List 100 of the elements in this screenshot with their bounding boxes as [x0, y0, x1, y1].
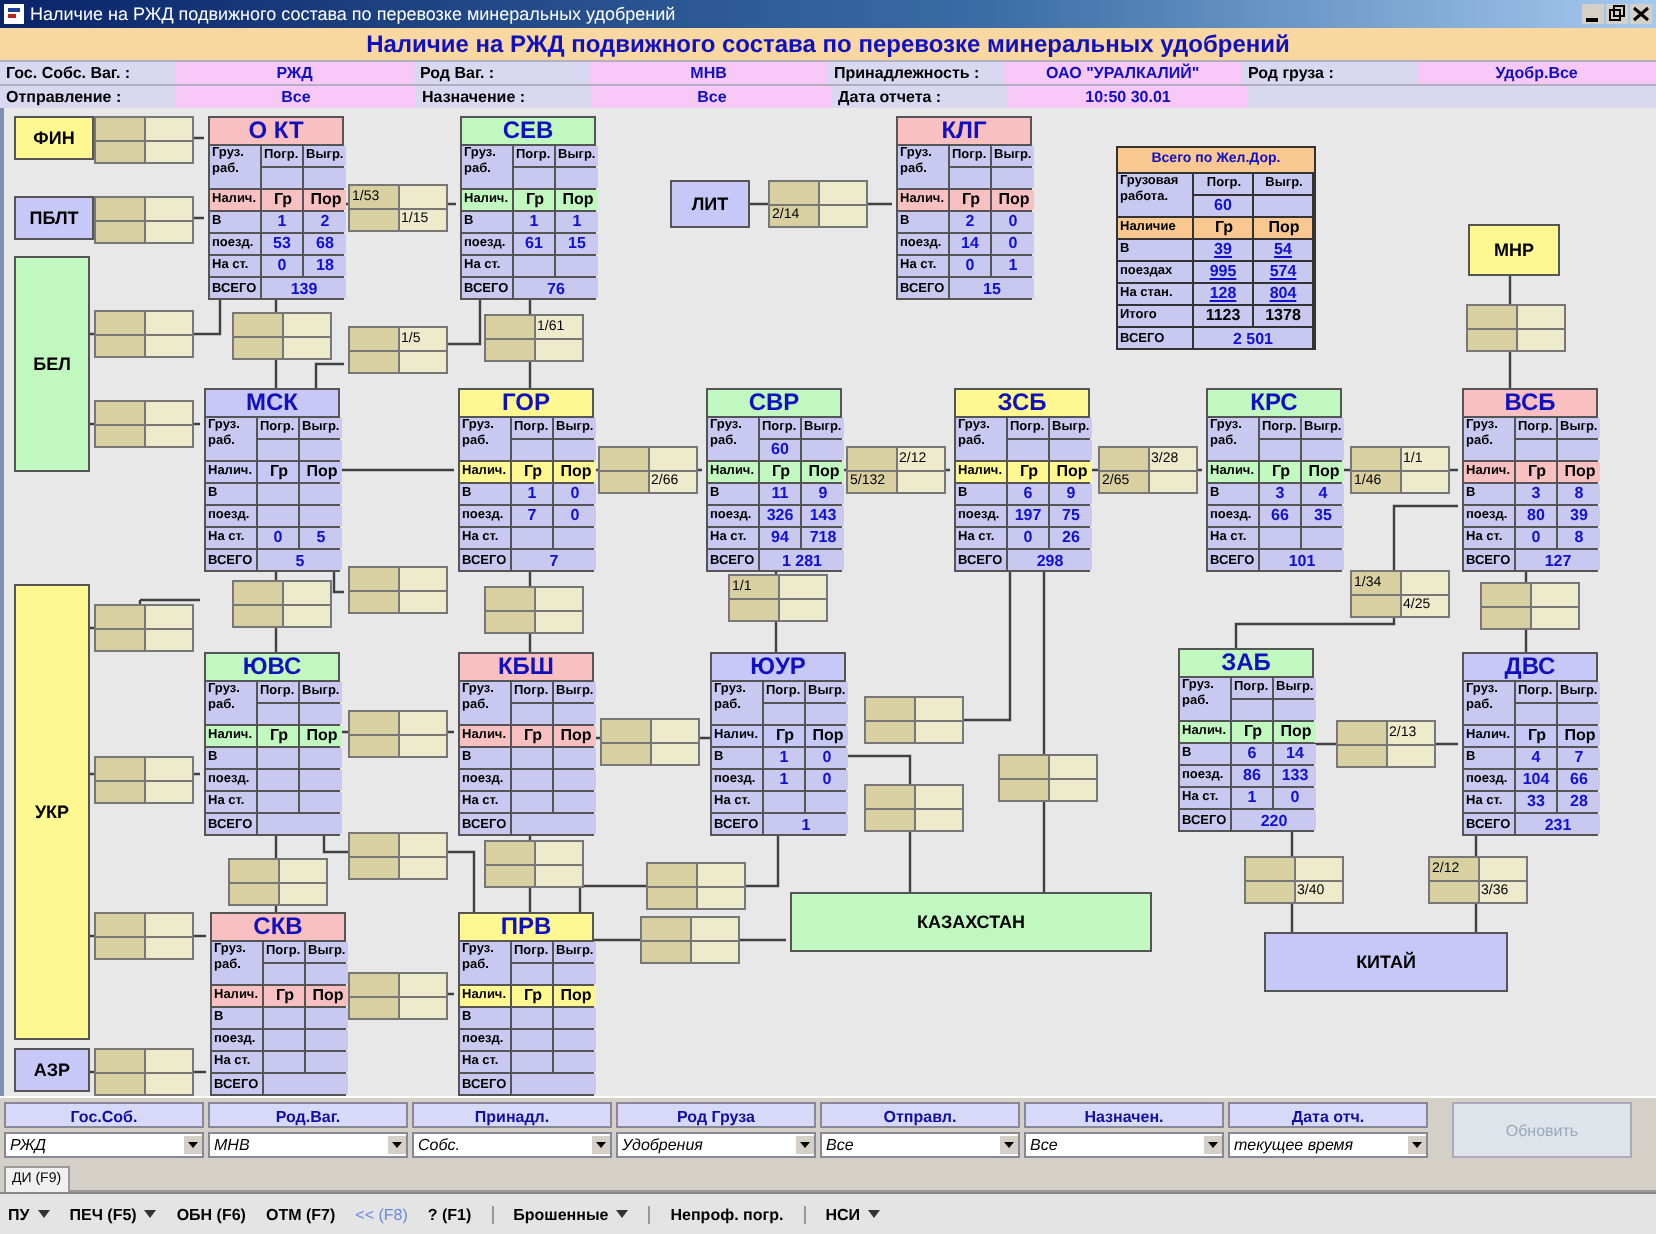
value-cell: 0 [554, 484, 596, 504]
grid-cell [486, 316, 533, 337]
road-name[interactable]: ГОР [460, 390, 592, 416]
dropdown-arrow-icon[interactable] [184, 1136, 202, 1154]
dropdown-arrow-icon[interactable] [1408, 1136, 1426, 1154]
filter-dropdown[interactable]: РЖД [4, 1132, 204, 1158]
dropdown-arrow-icon[interactable] [1204, 1136, 1222, 1154]
caret-icon[interactable] [37, 1210, 50, 1218]
value-cell: 60 [760, 440, 800, 460]
caret-icon[interactable] [144, 1210, 157, 1218]
road-name[interactable]: ДВС [1464, 654, 1596, 680]
region-node[interactable]: УКР [14, 584, 90, 1040]
close-icon[interactable] [1630, 4, 1652, 24]
road-name[interactable]: О КТ [210, 118, 342, 144]
road-name[interactable]: СВР [708, 390, 840, 416]
filter-dropdown[interactable]: Все [820, 1132, 1020, 1158]
filter-dropdown[interactable]: Собс. [412, 1132, 612, 1158]
road-name[interactable]: ЮВС [206, 654, 338, 680]
column-header: Пор [1558, 462, 1600, 482]
column-header: Гр [258, 726, 298, 746]
toolbar-button[interactable]: Брошенные [491, 1205, 629, 1223]
column-header: Пор [1558, 726, 1600, 746]
transfer-grid [1480, 582, 1580, 630]
dropdown-arrow-icon[interactable] [592, 1136, 610, 1154]
grid-cell [1246, 881, 1293, 902]
transfer-grid [348, 710, 448, 758]
region-node[interactable]: ПБЛТ [14, 196, 94, 240]
grid-cell [819, 205, 866, 226]
filter-dropdown[interactable]: МНВ [208, 1132, 408, 1158]
field-label: Гос. Собс. Ваг. : [0, 62, 176, 84]
field-label: Принадлежность : [828, 62, 1004, 84]
value-cell: 7 [1558, 748, 1600, 768]
grid-cell [1430, 881, 1477, 902]
toolbar-button[interactable]: ПЕЧ (F5) [69, 1205, 157, 1223]
region-node[interactable]: МНР [1468, 224, 1560, 276]
column-header: Гр [512, 462, 552, 482]
road-name[interactable]: ЗАБ [1180, 650, 1312, 676]
column-header: Пор [806, 726, 848, 746]
dropdown-arrow-icon[interactable] [388, 1136, 406, 1154]
filter-dropdown[interactable]: Все [1024, 1132, 1224, 1158]
caret-icon[interactable] [616, 1210, 629, 1218]
value-cell: 3 [1516, 484, 1556, 504]
filter-dropdown[interactable]: текущее время [1228, 1132, 1428, 1158]
value-cell: 298 [1008, 550, 1092, 570]
value-cell: 7 [512, 550, 596, 570]
value-cell: 68 [304, 234, 346, 254]
road-name[interactable]: КЛГ [898, 118, 1030, 144]
region-node[interactable]: АЗР [14, 1048, 90, 1092]
connector-line [340, 202, 456, 206]
app-icon [4, 4, 24, 24]
value-cell: 8 [1558, 528, 1600, 548]
grid-cell [399, 351, 446, 372]
toolbar-button[interactable]: ОБН (F6) [176, 1205, 246, 1223]
filter-dropdown[interactable]: Удобрения [616, 1132, 816, 1158]
value-cell: 0 [992, 212, 1034, 232]
value-cell: 1 [514, 212, 554, 232]
road-name[interactable]: КРС [1208, 390, 1340, 416]
region-node[interactable]: ЛИТ [670, 180, 750, 228]
road-name[interactable]: ПРВ [460, 914, 592, 940]
restore-icon[interactable] [1606, 4, 1628, 24]
transfer-grid [94, 1048, 194, 1096]
value-cell: 143 [802, 506, 844, 526]
dropdown-arrow-icon[interactable] [1000, 1136, 1018, 1154]
value-cell: 1378 [1254, 306, 1312, 326]
road-name[interactable]: МСК [206, 390, 338, 416]
region-node[interactable]: БЕЛ [14, 256, 90, 472]
region-node[interactable]: КАЗАХСТАН [790, 892, 1152, 952]
transfer-grid [348, 972, 448, 1020]
toolbar-button[interactable]: ОТМ (F7) [265, 1205, 336, 1223]
grid-cell [770, 182, 817, 203]
grid-cell [779, 599, 826, 620]
road-name[interactable]: ЮУР [712, 654, 844, 680]
toolbar-button[interactable]: ? (F1) [427, 1205, 472, 1223]
grid-cell [897, 471, 944, 492]
connector-line [1508, 276, 1512, 388]
region-node[interactable]: КИТАЙ [1264, 932, 1508, 992]
value-cell: 0 [1516, 528, 1556, 548]
road-name[interactable]: СЕВ [462, 118, 594, 144]
column-header: Гр [1260, 462, 1300, 482]
grid-cell [1401, 471, 1448, 492]
dropdown-arrow-icon[interactable] [796, 1136, 814, 1154]
toolbar-button[interactable]: ПУ [8, 1205, 50, 1223]
transfer-grid [1466, 304, 1566, 352]
toolbar-button[interactable]: НСИ [803, 1205, 880, 1223]
value-cell: 1 [764, 770, 804, 790]
road-name[interactable]: ВСБ [1464, 390, 1596, 416]
column-header: Пор [1050, 462, 1092, 482]
minimize-icon[interactable] [1582, 4, 1604, 24]
caret-icon[interactable] [868, 1210, 880, 1218]
grid-cell [779, 576, 826, 597]
value-cell: 197 [1008, 506, 1048, 526]
road-name[interactable]: СКВ [212, 914, 344, 940]
value-cell: 574 [1254, 262, 1312, 282]
value-cell: 9 [1050, 484, 1092, 504]
road-name[interactable]: КБШ [460, 654, 592, 680]
filter-label: Дата отч. [1228, 1102, 1428, 1128]
toolbar-button[interactable]: Непроф. погр. [648, 1205, 784, 1223]
road-name[interactable]: ЗСБ [956, 390, 1088, 416]
value-cell: 127 [1516, 550, 1600, 570]
region-node[interactable]: ФИН [14, 116, 94, 160]
